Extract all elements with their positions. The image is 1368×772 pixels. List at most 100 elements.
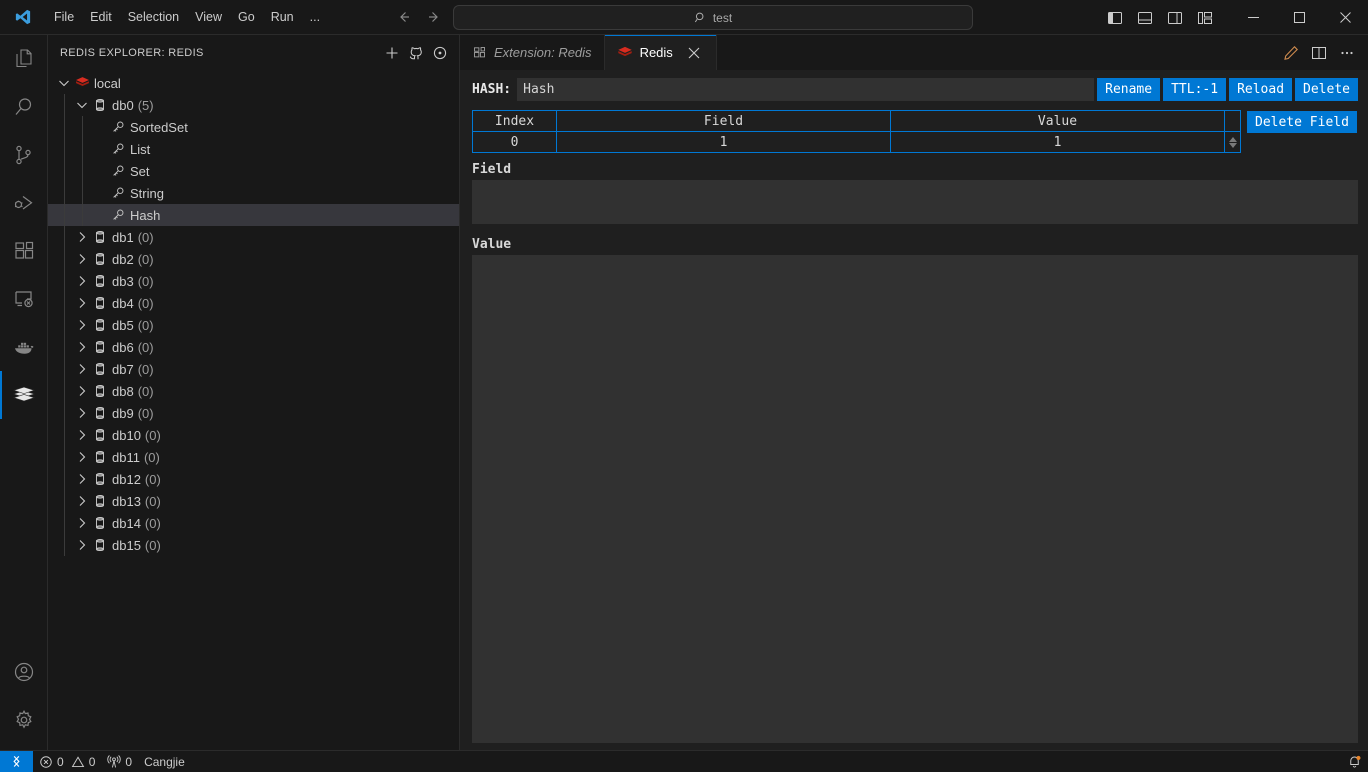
value-textarea[interactable] <box>472 255 1358 743</box>
database-icon <box>90 538 110 552</box>
tree-item-db6[interactable]: db6(0) <box>48 336 459 358</box>
reload-button[interactable]: Reload <box>1229 78 1292 101</box>
language-indicator[interactable]: Cangjie <box>138 751 191 772</box>
tree-item-db2[interactable]: db2(0) <box>48 248 459 270</box>
customize-layout-icon[interactable] <box>1192 5 1218 31</box>
tree-item-db14[interactable]: db14(0) <box>48 512 459 534</box>
chevron-right-icon[interactable] <box>74 270 90 292</box>
tree-item-label: db14 <box>112 516 141 531</box>
activity-item-source-control[interactable] <box>0 131 48 179</box>
database-icon <box>90 516 110 530</box>
menu-selection[interactable]: Selection <box>120 5 187 29</box>
activity-item-remote-explorer[interactable] <box>0 275 48 323</box>
tab-redis[interactable]: Redis <box>605 35 717 70</box>
table-row[interactable]: 0 1 1 <box>473 132 1241 153</box>
tree-item-set[interactable]: Set <box>48 160 459 182</box>
ttl-button[interactable]: TTL:-1 <box>1163 78 1226 101</box>
tree-item-db15[interactable]: db15(0) <box>48 534 459 556</box>
menu-edit[interactable]: Edit <box>82 5 120 29</box>
menu-view[interactable]: View <box>187 5 230 29</box>
chevron-right-icon[interactable] <box>74 314 90 336</box>
tree-item-db3[interactable]: db3(0) <box>48 270 459 292</box>
ellipsis-icon[interactable] <box>1334 40 1360 66</box>
activity-item-docker[interactable] <box>0 323 48 371</box>
activity-item-settings[interactable] <box>0 696 48 744</box>
tab-extension-redis[interactable]: Extension: Redis <box>460 35 605 70</box>
tree-indent-guide <box>64 512 65 534</box>
activity-item-search[interactable] <box>0 83 48 131</box>
menu-more[interactable]: ... <box>302 5 328 29</box>
tree-item-db10[interactable]: db10(0) <box>48 424 459 446</box>
add-connection-button[interactable] <box>381 42 403 64</box>
chevron-right-icon[interactable] <box>74 446 90 468</box>
row-stepper[interactable] <box>1225 132 1241 153</box>
toggle-primary-sidebar-icon[interactable] <box>1102 5 1128 31</box>
chevron-right-icon[interactable] <box>74 292 90 314</box>
tree-item-list[interactable]: List <box>48 138 459 160</box>
tree-item-db11[interactable]: db11(0) <box>48 446 459 468</box>
activity-item-redis-explorer[interactable] <box>0 371 48 419</box>
pencil-icon[interactable] <box>1278 40 1304 66</box>
chevron-right-icon[interactable] <box>74 248 90 270</box>
split-editor-icon[interactable] <box>1306 40 1332 66</box>
chevron-right-icon[interactable] <box>74 468 90 490</box>
tree-item-db9[interactable]: db9(0) <box>48 402 459 424</box>
minimize-button[interactable] <box>1230 0 1276 35</box>
remote-indicator[interactable] <box>0 751 33 772</box>
chevron-right-icon[interactable] <box>74 490 90 512</box>
close-icon[interactable] <box>684 43 704 63</box>
delete-button[interactable]: Delete <box>1295 78 1358 101</box>
activity-item-extensions[interactable] <box>0 227 48 275</box>
hash-key-input[interactable] <box>517 78 1094 101</box>
tree-item-db13[interactable]: db13(0) <box>48 490 459 512</box>
close-button[interactable] <box>1322 0 1368 35</box>
chevron-right-icon[interactable] <box>74 402 90 424</box>
menu-go[interactable]: Go <box>230 5 263 29</box>
language-label: Cangjie <box>144 755 185 769</box>
problems-indicator[interactable]: 0 0 <box>33 751 101 772</box>
github-icon[interactable] <box>405 42 427 64</box>
tree-item-db5[interactable]: db5(0) <box>48 314 459 336</box>
tree-item-label: db0 <box>112 98 134 113</box>
chevron-right-icon[interactable] <box>74 534 90 556</box>
tree-indent-guide <box>64 446 65 468</box>
tree-item-db0[interactable]: db0(5) <box>48 94 459 116</box>
arrow-right-icon[interactable] <box>426 9 442 25</box>
activity-item-accounts[interactable] <box>0 648 48 696</box>
menu-file[interactable]: File <box>46 5 82 29</box>
tree-item-db7[interactable]: db7(0) <box>48 358 459 380</box>
stepper-down-icon[interactable] <box>1229 143 1237 148</box>
chevron-right-icon[interactable] <box>74 380 90 402</box>
rename-button[interactable]: Rename <box>1097 78 1160 101</box>
notifications-button[interactable] <box>1341 751 1368 772</box>
tree-item-db12[interactable]: db12(0) <box>48 468 459 490</box>
tree-item-db1[interactable]: db1(0) <box>48 226 459 248</box>
stepper-up-icon[interactable] <box>1229 137 1237 142</box>
arrow-left-icon[interactable] <box>396 9 412 25</box>
activity-item-run-and-debug[interactable] <box>0 179 48 227</box>
tree-item-hash[interactable]: Hash <box>48 204 459 226</box>
chevron-right-icon[interactable] <box>74 512 90 534</box>
chevron-right-icon[interactable] <box>74 226 90 248</box>
command-center[interactable]: test <box>453 5 973 30</box>
tree-item-string[interactable]: String <box>48 182 459 204</box>
chevron-right-icon[interactable] <box>74 336 90 358</box>
tree-item-sortedset[interactable]: SortedSet <box>48 116 459 138</box>
activity-item-explorer[interactable] <box>0 35 48 83</box>
key-icon <box>108 208 128 222</box>
field-textarea[interactable] <box>472 180 1358 224</box>
chevron-down-icon[interactable] <box>74 94 90 116</box>
chevron-right-icon[interactable] <box>74 424 90 446</box>
menu-run[interactable]: Run <box>263 5 302 29</box>
tree-item-db4[interactable]: db4(0) <box>48 292 459 314</box>
toggle-secondary-sidebar-icon[interactable] <box>1162 5 1188 31</box>
ports-indicator[interactable]: 0 <box>101 751 138 772</box>
chevron-right-icon[interactable] <box>74 358 90 380</box>
tree-item-local[interactable]: local <box>48 72 459 94</box>
chevron-down-icon[interactable] <box>56 72 72 94</box>
circle-dot-icon[interactable] <box>429 42 451 64</box>
maximize-button[interactable] <box>1276 0 1322 35</box>
delete-field-button[interactable]: Delete Field <box>1247 111 1357 133</box>
toggle-panel-icon[interactable] <box>1132 5 1158 31</box>
tree-item-db8[interactable]: db8(0) <box>48 380 459 402</box>
